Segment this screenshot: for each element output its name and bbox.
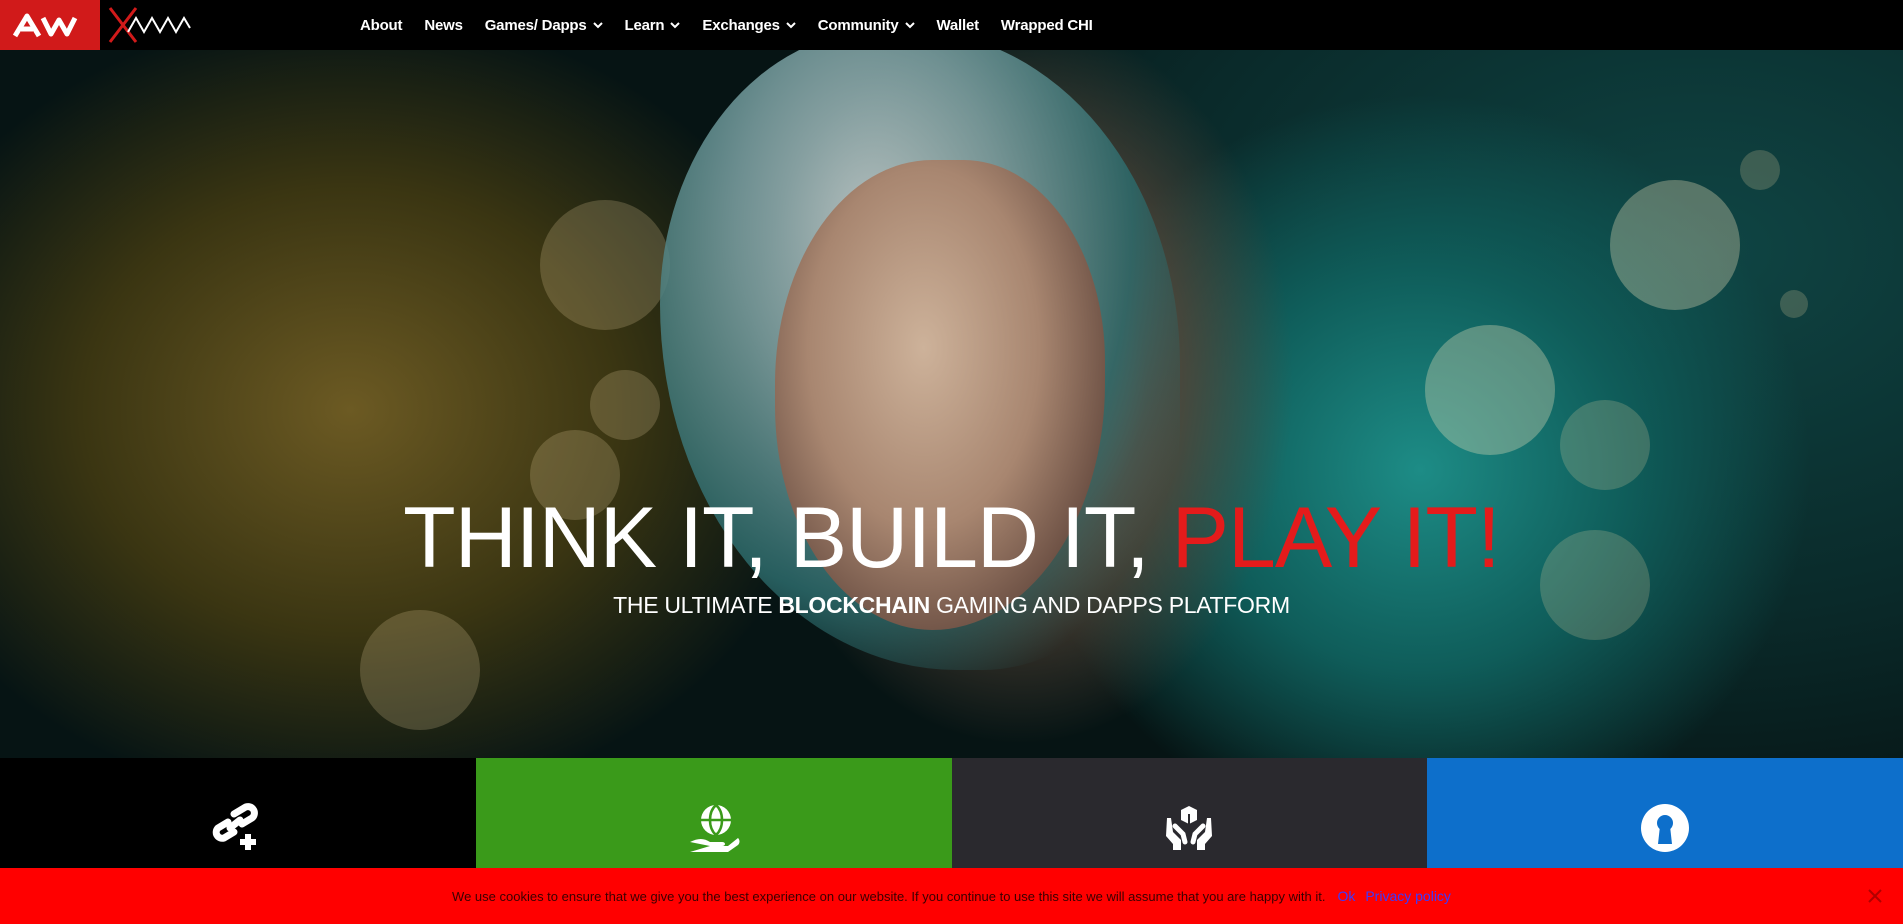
close-icon[interactable] bbox=[1865, 886, 1885, 906]
aw-logo[interactable] bbox=[0, 0, 100, 50]
subtitle-before: THE ULTIMATE bbox=[613, 592, 779, 618]
nav-community[interactable]: Community bbox=[807, 0, 926, 50]
bokeh-light bbox=[540, 200, 670, 330]
chevron-down-icon bbox=[592, 22, 603, 29]
bokeh-light bbox=[1425, 325, 1555, 455]
hero-headline: THINK IT, BUILD IT, PLAY IT! bbox=[0, 490, 1903, 586]
bokeh-light bbox=[1740, 150, 1780, 190]
bokeh-light bbox=[590, 370, 660, 440]
bokeh-light bbox=[360, 610, 480, 730]
nav-community-label: Community bbox=[817, 16, 899, 34]
nav-learn[interactable]: Learn bbox=[614, 0, 692, 50]
subtitle-bold: BLOCKCHAIN bbox=[778, 592, 930, 618]
headline-red: PLAY IT! bbox=[1171, 490, 1501, 586]
nav-about-label: About bbox=[360, 16, 403, 34]
cookie-text: We use cookies to ensure that we give yo… bbox=[452, 888, 1326, 904]
aw-logo-icon bbox=[13, 13, 78, 38]
hands-box-icon bbox=[1166, 806, 1213, 850]
nav-news[interactable]: News bbox=[413, 0, 473, 50]
hero-text: THINK IT, BUILD IT, PLAY IT! THE ULTIMAT… bbox=[0, 490, 1903, 619]
nav-exchanges-label: Exchanges bbox=[702, 16, 780, 34]
chevron-down-icon bbox=[904, 22, 915, 29]
headline-white: THINK IT, BUILD IT, bbox=[403, 490, 1172, 586]
chevron-down-icon bbox=[786, 22, 796, 29]
hero-banner: THINK IT, BUILD IT, PLAY IT! THE ULTIMAT… bbox=[0, 50, 1903, 758]
bokeh-light bbox=[1560, 400, 1650, 490]
chevron-down-icon bbox=[670, 22, 681, 29]
nav-about[interactable]: About bbox=[360, 0, 413, 50]
nav-games-dapps-label: Games/ Dapps bbox=[484, 16, 587, 34]
main-nav: About News Games/ Dapps Learn Exchanges … bbox=[360, 0, 1104, 50]
nav-wrapped-chi-label: Wrapped CHI bbox=[1000, 16, 1093, 34]
subtitle-after: GAMING AND DAPPS PLATFORM bbox=[929, 592, 1290, 618]
nav-learn-label: Learn bbox=[624, 16, 665, 34]
globe-hand-icon bbox=[689, 804, 740, 852]
privacy-policy-link[interactable]: Privacy policy bbox=[1365, 888, 1451, 904]
nav-news-label: News bbox=[424, 16, 463, 34]
nav-wallet-label: Wallet bbox=[936, 16, 980, 34]
nav-games-dapps[interactable]: Games/ Dapps bbox=[474, 0, 614, 50]
link-plus-icon bbox=[212, 803, 258, 850]
nav-exchanges[interactable]: Exchanges bbox=[691, 0, 806, 50]
cookie-ok-button[interactable]: Ok bbox=[1337, 888, 1355, 904]
hero-subtitle: THE ULTIMATE BLOCKCHAIN GAMING AND DAPPS… bbox=[0, 592, 1903, 619]
top-navbar: About News Games/ Dapps Learn Exchanges … bbox=[0, 0, 1903, 50]
cookie-banner: We use cookies to ensure that we give yo… bbox=[0, 868, 1903, 924]
nav-wallet[interactable]: Wallet bbox=[926, 0, 990, 50]
nav-wrapped-chi[interactable]: Wrapped CHI bbox=[990, 0, 1104, 50]
keyhole-icon bbox=[1641, 804, 1690, 852]
xaya-logo-icon[interactable] bbox=[106, 4, 192, 46]
bokeh-light bbox=[1780, 290, 1808, 318]
bokeh-light bbox=[1610, 180, 1740, 310]
